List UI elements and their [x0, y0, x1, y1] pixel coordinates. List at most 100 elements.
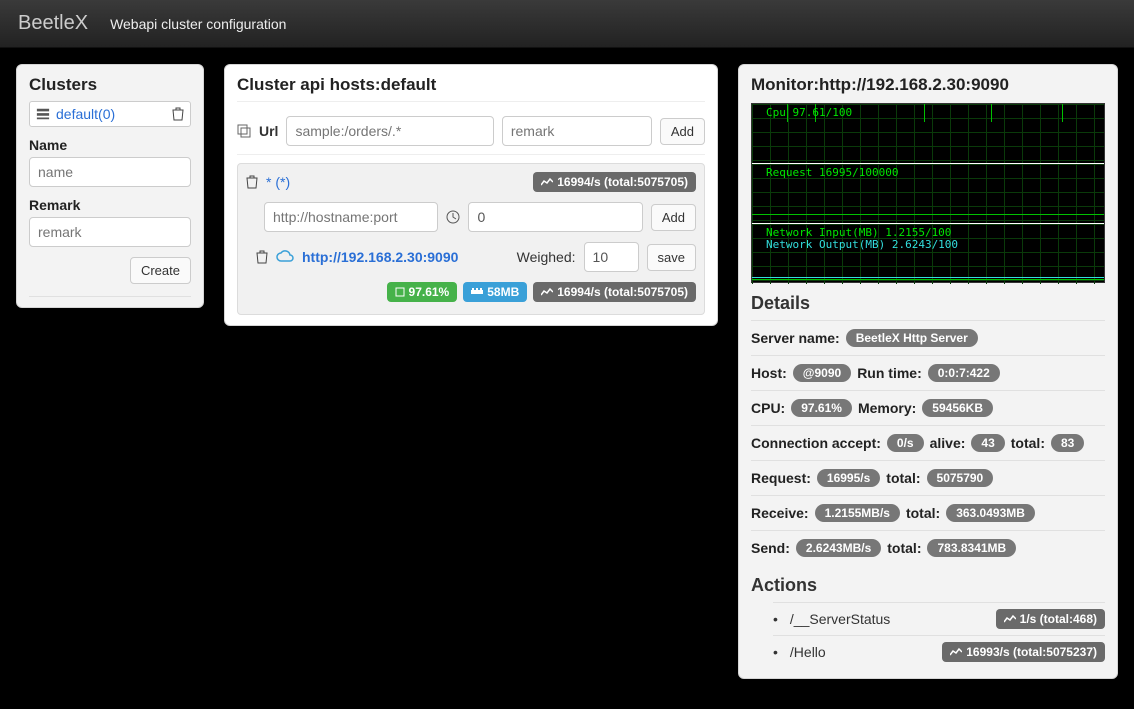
url-label: Url [259, 123, 278, 139]
detail-cpu-mem: CPU: 97.61% Memory: 59456KB [751, 390, 1105, 425]
server-name-label: Server name: [751, 330, 840, 346]
page-subtitle: Webapi cluster configuration [110, 16, 286, 32]
cluster-item-label: default(0) [56, 106, 166, 122]
cpu-label: CPU: [751, 400, 785, 416]
chip-icon [395, 287, 405, 297]
host-summary-pill: 16994/s (total:5075705) [533, 172, 696, 192]
monitor-charts: Cpu 97.61/100 Request 16995/100000 Netwo… [751, 103, 1105, 283]
chart-icon [1004, 614, 1016, 624]
memory-value: 59456KB [922, 399, 993, 417]
action-stat: 1/s (total:468) [1020, 612, 1097, 626]
rps-value: 16994/s (total:5075705) [557, 285, 688, 299]
action-name: /Hello [790, 644, 942, 660]
clusters-panel: Clusters default(0) Name Remark Create [16, 64, 204, 308]
cpu-pill: 97.61% [387, 282, 458, 302]
receive-rate: 1.2155MB/s [815, 504, 900, 522]
host-value: @9090 [793, 364, 851, 382]
action-stat-pill: 16993/s (total:5075237) [942, 642, 1105, 662]
monitor-panel: Monitor:http://192.168.2.30:9090 Cpu 97.… [738, 64, 1118, 679]
mem-value: 58MB [487, 285, 519, 299]
cpu-value: 97.61% [791, 399, 852, 417]
memory-label: Memory: [858, 400, 916, 416]
conn-total-label: total: [1011, 435, 1045, 451]
receive-label: Receive: [751, 505, 809, 521]
action-item: /Hello 16993/s (total:5075237) [773, 635, 1105, 668]
runtime-value: 0:0:7:422 [928, 364, 1000, 382]
copy-icon[interactable] [237, 124, 251, 138]
conn-label: Connection accept: [751, 435, 881, 451]
host-url-input[interactable] [264, 202, 438, 232]
cpu-value: 97.61% [409, 285, 450, 299]
request-chart: Request 16995/100000 [752, 164, 1104, 224]
rps-pill: 16994/s (total:5075705) [533, 282, 696, 302]
clock-icon [446, 210, 460, 224]
detail-receive: Receive: 1.2155MB/s total: 363.0493MB [751, 495, 1105, 530]
cluster-item[interactable]: default(0) [29, 101, 191, 127]
trash-icon[interactable] [172, 107, 184, 121]
save-button[interactable]: save [647, 244, 696, 271]
host-pattern[interactable]: * (*) [266, 174, 525, 190]
conn-rate: 0/s [887, 434, 924, 452]
send-label: Send: [751, 540, 790, 556]
send-total-label: total: [887, 540, 921, 556]
url-row: Url Add [237, 108, 705, 155]
chart-icon [950, 647, 962, 657]
remark-label: Remark [29, 197, 191, 213]
action-stat-pill: 1/s (total:468) [996, 609, 1105, 629]
request-total-label: total: [886, 470, 920, 486]
detail-host: Host: @9090 Run time: 0:0:7:422 [751, 355, 1105, 390]
alive-value: 43 [971, 434, 1004, 452]
url-input[interactable] [286, 116, 493, 146]
name-label: Name [29, 137, 191, 153]
trash-icon[interactable] [246, 175, 258, 189]
action-item: /__ServerStatus 1/s (total:468) [773, 602, 1105, 635]
host-add-button[interactable]: Add [651, 204, 696, 231]
send-rate: 2.6243MB/s [796, 539, 881, 557]
monitor-title: Monitor:http://192.168.2.30:9090 [751, 75, 1105, 95]
create-button[interactable]: Create [130, 257, 191, 284]
request-chart-label: Request 16995/100000 [766, 166, 898, 179]
server-name-value: BeetleX Http Server [846, 329, 978, 347]
receive-total-label: total: [906, 505, 940, 521]
interval-input[interactable] [468, 202, 642, 232]
remark-input[interactable] [29, 217, 191, 247]
alive-label: alive: [930, 435, 966, 451]
cloud-icon [276, 250, 294, 264]
url-add-button[interactable]: Add [660, 118, 705, 145]
conn-total-value: 83 [1051, 434, 1084, 452]
host-url-link[interactable]: http://192.168.2.30:9090 [302, 249, 509, 265]
detail-send: Send: 2.6243MB/s total: 783.8341MB [751, 530, 1105, 565]
url-remark-input[interactable] [502, 116, 652, 146]
hosts-title: Cluster api hosts:default [237, 75, 705, 102]
actions-list: /__ServerStatus 1/s (total:468) /Hello 1… [751, 602, 1105, 668]
name-input[interactable] [29, 157, 191, 187]
request-label: Request: [751, 470, 811, 486]
receive-total-value: 363.0493MB [946, 504, 1035, 522]
weighed-input[interactable] [584, 242, 639, 272]
runtime-label: Run time: [857, 365, 922, 381]
host-summary-text: 16994/s (total:5075705) [557, 175, 688, 189]
action-stat: 16993/s (total:5075237) [966, 645, 1097, 659]
topbar: BeetleX Webapi cluster configuration [0, 0, 1134, 48]
host-label: Host: [751, 365, 787, 381]
chart-icon [541, 287, 553, 297]
trash-icon[interactable] [256, 250, 268, 264]
memory-icon [471, 288, 483, 296]
network-chart: Network Input(MB) 1.2155/100 Network Out… [752, 224, 1104, 284]
cpu-chart-label: Cpu 97.61/100 [766, 106, 852, 119]
clusters-title: Clusters [29, 75, 191, 95]
chart-icon [541, 177, 553, 187]
detail-server-name: Server name: BeetleX Http Server [751, 320, 1105, 355]
stack-icon [36, 107, 50, 121]
detail-request: Request: 16995/s total: 5075790 [751, 460, 1105, 495]
action-name: /__ServerStatus [790, 611, 996, 627]
weighed-label: Weighed: [517, 249, 576, 265]
request-rate: 16995/s [817, 469, 880, 487]
mem-pill: 58MB [463, 282, 527, 302]
actions-title: Actions [751, 575, 1105, 596]
cpu-chart: Cpu 97.61/100 [752, 104, 1104, 164]
hosts-panel: Cluster api hosts:default Url Add * (*) [224, 64, 718, 326]
details-title: Details [751, 293, 1105, 314]
host-entry: * (*) 16994/s (total:5075705) Add [237, 163, 705, 315]
netout-chart-label: Network Output(MB) 2.6243/100 [766, 238, 958, 251]
